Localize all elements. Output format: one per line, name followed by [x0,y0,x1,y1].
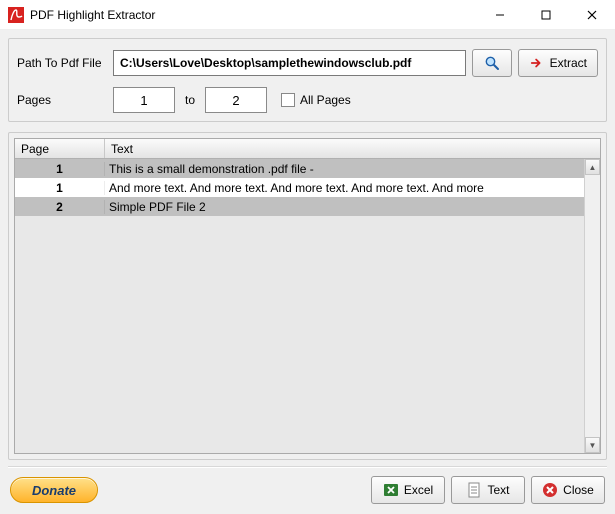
titlebar: PDF Highlight Extractor [0,0,615,30]
window-title: PDF Highlight Extractor [30,8,155,22]
column-header-text[interactable]: Text [105,139,600,158]
donate-button-label: Donate [32,483,76,498]
minimize-button[interactable] [477,0,523,30]
extract-button[interactable]: Extract [518,49,598,77]
text-button[interactable]: Text [451,476,525,504]
cell-text: Simple PDF File 2 [105,200,600,214]
cell-text: And more text. And more text. And more t… [105,181,600,195]
maximize-button[interactable] [523,0,569,30]
to-label: to [185,93,195,107]
browse-button[interactable] [472,49,512,77]
pages-label: Pages [17,93,113,107]
results-table: Page Text 1 This is a small demonstratio… [14,138,601,454]
text-button-label: Text [487,483,509,497]
cell-text: This is a small demonstration .pdf file … [105,162,600,176]
magnifier-icon [484,55,500,71]
close-button[interactable]: Close [531,476,605,504]
donate-button[interactable]: Donate [10,477,98,503]
excel-icon [383,482,399,498]
scroll-down-button[interactable]: ▼ [585,437,600,453]
all-pages-checkbox[interactable] [281,93,295,107]
text-file-icon [466,482,482,498]
path-label: Path To Pdf File [17,56,113,70]
table-row[interactable]: 2 Simple PDF File 2 [15,197,600,216]
client-area: Path To Pdf File Extract [0,30,615,514]
separator [8,466,607,468]
table-row[interactable]: 1 And more text. And more text. And more… [15,178,600,197]
input-panel: Path To Pdf File Extract [8,38,607,122]
arrow-right-icon [529,55,545,71]
excel-button[interactable]: Excel [371,476,445,504]
results-panel: Page Text 1 This is a small demonstratio… [8,132,607,460]
table-row[interactable]: 1 This is a small demonstration .pdf fil… [15,159,600,178]
close-button-label: Close [563,483,594,497]
scroll-track[interactable] [585,175,600,437]
all-pages-label: All Pages [300,93,351,107]
column-header-page[interactable]: Page [15,139,105,158]
page-to-input[interactable] [205,87,267,113]
path-input[interactable] [113,50,466,76]
vertical-scrollbar[interactable]: ▲ ▼ [584,159,600,453]
excel-button-label: Excel [404,483,433,497]
bottom-bar: Donate Excel Text [8,472,607,506]
extract-button-label: Extract [550,56,587,70]
scroll-up-button[interactable]: ▲ [585,159,600,175]
table-header: Page Text [15,139,600,159]
page-from-input[interactable] [113,87,175,113]
cell-page: 1 [15,181,105,195]
cell-page: 1 [15,162,105,176]
close-icon [542,482,558,498]
app-icon [8,7,24,23]
cell-page: 2 [15,200,105,214]
table-body: 1 This is a small demonstration .pdf fil… [15,159,600,453]
close-window-button[interactable] [569,0,615,30]
